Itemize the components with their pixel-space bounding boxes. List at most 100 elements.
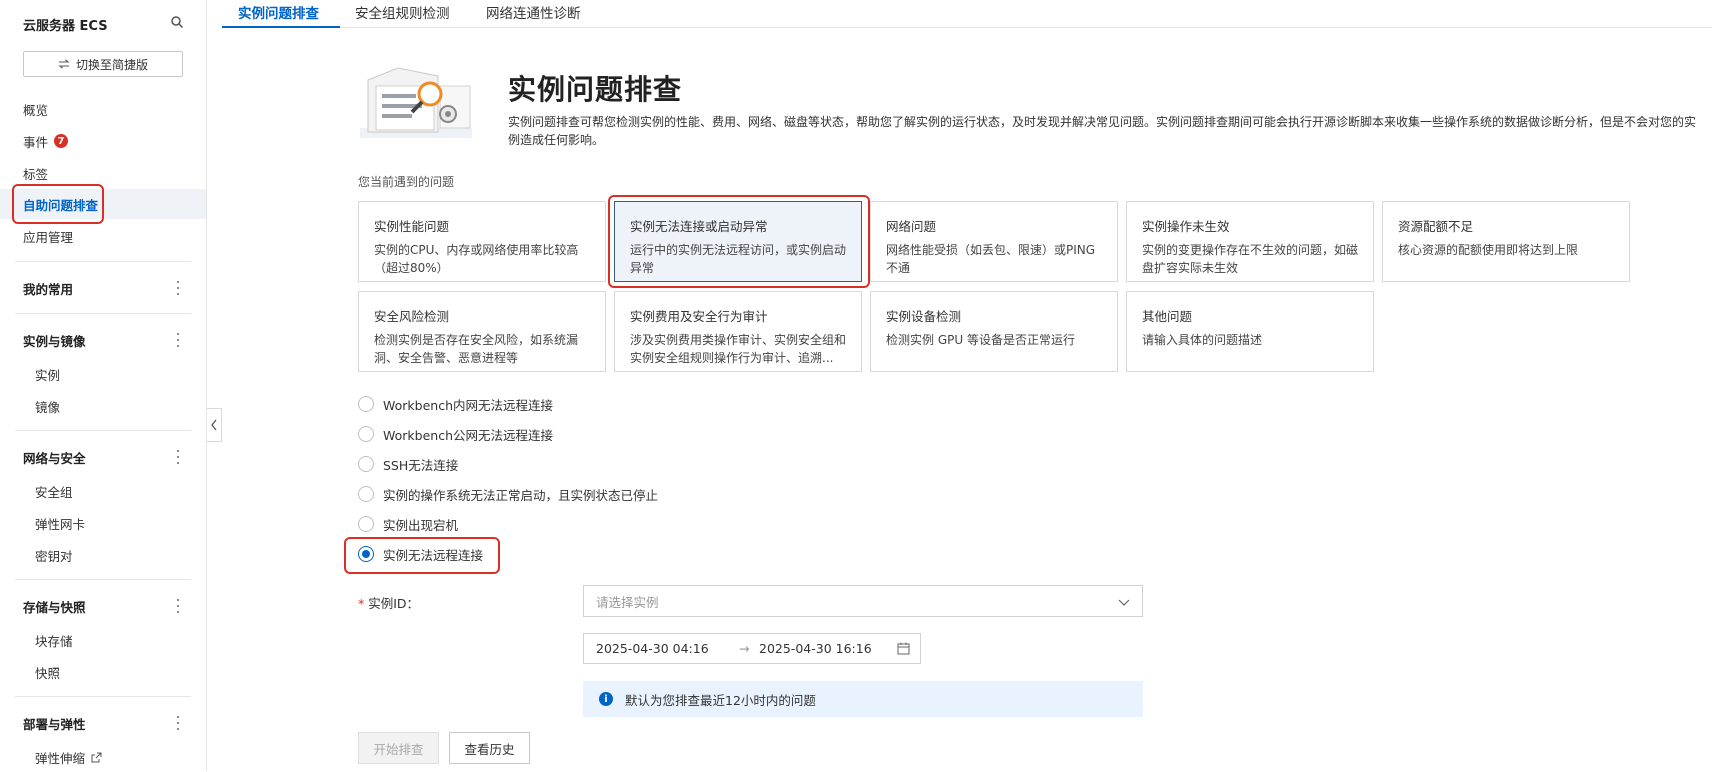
calendar-icon xyxy=(897,642,910,655)
external-link-icon xyxy=(91,752,102,762)
sidebar-item-self-troubleshoot[interactable]: 自助问题排查 xyxy=(0,189,206,219)
sidebar-item-label: 事件 xyxy=(23,134,49,150)
sidebar-item-overview[interactable]: 概览 xyxy=(0,94,206,124)
date-end[interactable]: 2025-04-30 16:16 xyxy=(759,641,872,656)
sidebar-group-my-common[interactable]: 我的常用 xyxy=(0,273,206,303)
radio-circle xyxy=(358,516,374,532)
switch-simple-button[interactable]: 切换至简捷版 xyxy=(23,51,183,77)
chevron-left-icon xyxy=(211,419,217,431)
more-icon[interactable] xyxy=(176,450,180,464)
info-notice: i 默认为您排查最近12小时内的问题 xyxy=(583,681,1143,717)
tab-security-group-check[interactable]: 安全组规则检测 xyxy=(355,2,450,22)
active-tab-indicator xyxy=(222,26,340,28)
sidebar-item-block-storage[interactable]: 块存储 xyxy=(0,625,206,655)
more-icon[interactable] xyxy=(176,716,180,730)
radio-label: 实例的操作系统无法正常启动，且实例状态已停止 xyxy=(383,487,659,503)
radio-label: Workbench内网无法远程连接 xyxy=(383,397,553,413)
card-desc: 实例的变更操作存在不生效的问题，如磁盘扩容实际未生效 xyxy=(1142,243,1359,275)
sidebar-item-tags[interactable]: 标签 xyxy=(0,158,206,188)
sidebar-item-auto-scaling[interactable]: 弹性伸缩 xyxy=(0,742,206,772)
radio-circle-checked xyxy=(358,546,374,562)
radio-workbench-intranet[interactable]: Workbench内网无法远程连接 xyxy=(358,394,553,414)
sidebar-divider xyxy=(15,313,191,314)
sidebar-group-storage-snapshot[interactable]: 存储与快照 xyxy=(0,591,206,621)
sidebar-item-keypair[interactable]: 密钥对 xyxy=(0,540,206,570)
radio-label: 实例出现宕机 xyxy=(383,517,459,533)
card-connect-start[interactable]: 实例无法连接或启动异常 运行中的实例无法远程访问，或实例启动异常 xyxy=(614,201,862,282)
sidebar-divider xyxy=(15,261,191,262)
sidebar-item-label: 概览 xyxy=(23,102,49,118)
sidebar-item-security-group[interactable]: 安全组 xyxy=(0,476,206,506)
sidebar-group-instances-images[interactable]: 实例与镜像 xyxy=(0,325,206,355)
instance-select-placeholder: 请选择实例 xyxy=(596,594,659,610)
radio-ssh[interactable]: SSH无法连接 xyxy=(358,454,458,474)
more-icon[interactable] xyxy=(176,599,180,613)
card-title: 实例设备检测 xyxy=(886,309,962,324)
radio-circle xyxy=(358,426,374,442)
radio-crash[interactable]: 实例出现宕机 xyxy=(358,514,458,534)
radio-circle xyxy=(358,486,374,502)
card-operation[interactable]: 实例操作未生效 实例的变更操作存在不生效的问题，如磁盘扩容实际未生效 xyxy=(1126,201,1374,282)
card-title: 网络问题 xyxy=(886,219,937,234)
instance-select[interactable]: 请选择实例 xyxy=(583,585,1143,617)
sidebar-item-label: 镜像 xyxy=(35,399,61,415)
radio-label: Workbench公网无法远程连接 xyxy=(383,427,553,443)
view-history-button[interactable]: 查看历史 xyxy=(449,732,530,764)
sidebar-item-label: 弹性网卡 xyxy=(35,516,86,532)
sidebar-group-label: 我的常用 xyxy=(23,281,74,297)
info-icon: i xyxy=(599,692,613,706)
radio-circle xyxy=(358,396,374,412)
sidebar-item-events[interactable]: 事件 7 xyxy=(0,126,206,156)
sidebar-divider xyxy=(15,430,191,431)
sidebar-group-label: 部署与弹性 xyxy=(23,716,86,732)
card-desc: 检测实例 GPU 等设备是否正常运行 xyxy=(886,333,1075,347)
sidebar-group-deploy-elastic[interactable]: 部署与弹性 xyxy=(0,708,206,738)
required-mark: * xyxy=(358,596,365,611)
card-security-risk[interactable]: 安全风险检测 检测实例是否存在安全风险，如系统漏洞、安全告警、恶意进程等 xyxy=(358,291,606,372)
card-quota[interactable]: 资源配额不足 核心资源的配额使用即将达到上限 xyxy=(1382,201,1630,282)
more-icon[interactable] xyxy=(176,281,180,295)
card-audit[interactable]: 实例费用及安全行为审计 涉及实例费用类操作审计、实例安全组和实例安全组规则操作行… xyxy=(614,291,862,372)
card-other[interactable]: 其他问题 请输入具体的问题描述 xyxy=(1126,291,1374,372)
radio-remote-connect[interactable]: 实例无法远程连接 xyxy=(358,544,483,564)
events-count-badge: 7 xyxy=(54,134,69,148)
sidebar-item-image[interactable]: 镜像 xyxy=(0,391,206,421)
sidebar-group-network-security[interactable]: 网络与安全 xyxy=(0,442,206,472)
sidebar-item-label: 应用管理 xyxy=(23,229,74,245)
search-icon[interactable] xyxy=(170,15,184,29)
sidebar: 云服务器 ECS 切换至简捷版 概览 事件 7 标签 自助问题排查 应用管理 我的… xyxy=(0,0,207,771)
card-desc: 运行中的实例无法远程访问，或实例启动异常 xyxy=(630,243,847,275)
switch-icon xyxy=(58,59,70,69)
tab-network-diagnosis[interactable]: 网络连通性诊断 xyxy=(486,2,581,22)
sidebar-item-label: 密钥对 xyxy=(35,548,73,564)
radio-workbench-public[interactable]: Workbench公网无法远程连接 xyxy=(358,424,553,444)
card-performance[interactable]: 实例性能问题 实例的CPU、内存或网络使用率比较高（超过80%） xyxy=(358,201,606,282)
card-title: 实例费用及安全行为审计 xyxy=(630,309,768,324)
sidebar-group-label: 实例与镜像 xyxy=(23,333,86,349)
instance-id-label: * 实例ID： xyxy=(358,593,419,612)
date-range-picker[interactable]: 2025-04-30 04:16 → 2025-04-30 16:16 xyxy=(583,633,921,664)
sidebar-item-label: 实例 xyxy=(35,367,61,383)
sidebar-item-eni[interactable]: 弹性网卡 xyxy=(0,508,206,538)
tab-instance-troubleshoot[interactable]: 实例问题排查 xyxy=(238,2,319,22)
sidebar-item-label: 弹性伸缩 xyxy=(35,750,86,766)
radio-os-boot[interactable]: 实例的操作系统无法正常启动，且实例状态已停止 xyxy=(358,484,658,504)
sidebar-item-label: 安全组 xyxy=(35,484,73,500)
collapse-sidebar-button[interactable] xyxy=(207,408,222,442)
more-icon[interactable] xyxy=(176,333,180,347)
card-device[interactable]: 实例设备检测 检测实例 GPU 等设备是否正常运行 xyxy=(870,291,1118,372)
start-troubleshoot-button[interactable]: 开始排查 xyxy=(358,732,439,764)
sidebar-item-instance[interactable]: 实例 xyxy=(0,359,206,389)
troubleshoot-illustration xyxy=(360,67,472,138)
radio-label: 实例无法远程连接 xyxy=(383,547,484,563)
card-title: 实例性能问题 xyxy=(374,219,450,234)
card-title: 实例操作未生效 xyxy=(1142,219,1230,234)
card-desc: 检测实例是否存在安全风险，如系统漏洞、安全告警、恶意进程等 xyxy=(374,333,579,365)
page-description: 实例问题排查可帮您检测实例的性能、费用、网络、磁盘等状态，帮助您了解实例的运行状… xyxy=(508,115,1697,147)
sidebar-item-app-management[interactable]: 应用管理 xyxy=(0,221,206,251)
date-start[interactable]: 2025-04-30 04:16 xyxy=(596,641,709,656)
card-title: 安全风险检测 xyxy=(374,309,450,324)
sidebar-group-label: 存储与快照 xyxy=(23,599,86,615)
card-network[interactable]: 网络问题 网络性能受损（如丢包、限速）或PING不通 xyxy=(870,201,1118,282)
sidebar-item-snapshot[interactable]: 快照 xyxy=(0,657,206,687)
